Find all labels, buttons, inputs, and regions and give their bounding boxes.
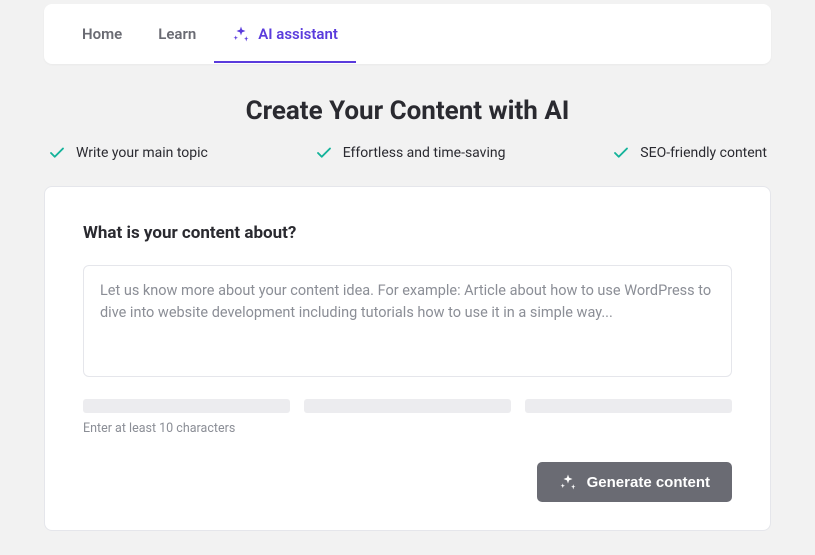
- benefits-row: Write your main topic Effortless and tim…: [44, 144, 771, 162]
- nav-tab-label: AI assistant: [258, 25, 338, 43]
- nav-tab-label: Home: [82, 25, 122, 43]
- check-icon: [315, 144, 333, 162]
- benefit-text: SEO-friendly content: [640, 145, 767, 161]
- generate-content-button[interactable]: Generate content: [537, 462, 732, 502]
- helper-text: Enter at least 10 characters: [83, 421, 732, 436]
- page-title: Create Your Content with AI: [44, 96, 771, 126]
- check-icon: [48, 144, 66, 162]
- suggestion-skeleton-row: [83, 399, 732, 413]
- benefit-item: SEO-friendly content: [612, 144, 767, 162]
- nav-tab-learn[interactable]: Learn: [140, 5, 214, 63]
- benefit-text: Write your main topic: [76, 145, 208, 161]
- suggestion-skeleton: [525, 399, 732, 413]
- check-icon: [612, 144, 630, 162]
- benefit-item: Write your main topic: [48, 144, 208, 162]
- actions-row: Generate content: [83, 462, 732, 502]
- suggestion-skeleton: [304, 399, 511, 413]
- nav-tab-ai-assistant[interactable]: AI assistant: [214, 5, 356, 63]
- benefit-text: Effortless and time-saving: [343, 145, 506, 161]
- sparkle-icon: [232, 25, 250, 43]
- content-form-card: What is your content about? Enter at lea…: [44, 186, 771, 531]
- nav-tab-home[interactable]: Home: [74, 5, 140, 63]
- nav-tab-label: Learn: [158, 25, 196, 43]
- sparkle-icon: [559, 473, 577, 491]
- benefit-item: Effortless and time-saving: [315, 144, 506, 162]
- content-idea-textarea[interactable]: [83, 265, 732, 377]
- suggestion-skeleton: [83, 399, 290, 413]
- top-nav: Home Learn AI assistant: [44, 4, 771, 64]
- prompt-label: What is your content about?: [83, 223, 732, 243]
- generate-button-label: Generate content: [587, 474, 710, 491]
